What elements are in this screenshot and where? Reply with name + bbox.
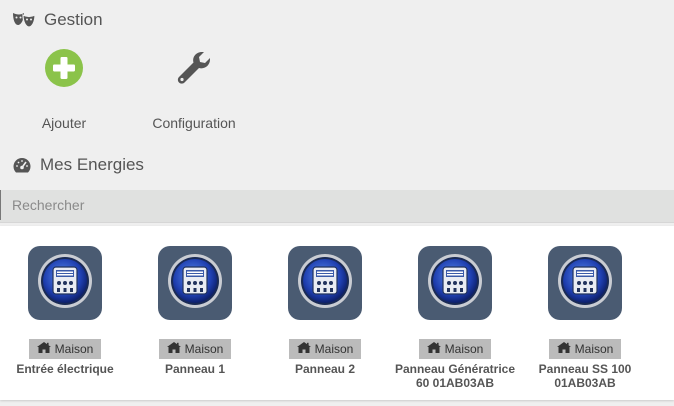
equipment-card[interactable]: Maison Panneau Génératrice 60 01AB03AB	[390, 246, 520, 390]
meter-tile[interactable]	[28, 246, 102, 320]
add-label: Ajouter	[41, 115, 87, 131]
meter-icon	[166, 252, 224, 315]
badge-label: Maison	[314, 342, 354, 356]
energies-header: Mes Energies	[12, 155, 144, 175]
configuration-button[interactable]: Configuration	[148, 48, 240, 131]
badge-label: Maison	[444, 342, 484, 356]
equipment-name: Panneau Génératrice 60 01AB03AB	[394, 362, 516, 390]
meter-icon	[426, 252, 484, 315]
equipment-name: Panneau SS 100 01AB03AB	[538, 362, 632, 390]
meter-tile[interactable]	[548, 246, 622, 320]
search-bar	[0, 190, 674, 223]
equipment-card[interactable]: Maison Panneau 1	[130, 246, 260, 376]
equipment-card[interactable]: Maison Entrée électrique	[0, 246, 130, 376]
equipment-card[interactable]: Maison Panneau SS 100 01AB03AB	[520, 246, 650, 390]
meter-icon	[556, 252, 614, 315]
badge-label: Maison	[184, 342, 224, 356]
house-icon	[36, 339, 51, 359]
equipment-panel: Maison Entrée électrique Maison Panneau …	[0, 226, 674, 400]
location-badge: Maison	[158, 339, 232, 359]
meter-icon	[296, 252, 354, 315]
meter-tile[interactable]	[418, 246, 492, 320]
badge-label: Maison	[54, 342, 94, 356]
gestion-title: Gestion	[44, 10, 103, 29]
house-icon	[556, 339, 571, 359]
equipment-card[interactable]: Maison Panneau 2	[260, 246, 390, 376]
meter-icon	[36, 252, 94, 315]
badge-label: Maison	[574, 342, 614, 356]
location-badge: Maison	[548, 339, 622, 359]
house-icon	[426, 339, 441, 359]
mask-icon	[12, 11, 36, 29]
wrench-icon	[174, 48, 214, 93]
equipment-name: Entrée électrique	[16, 362, 114, 376]
dashboard-icon	[12, 156, 32, 174]
house-icon	[166, 339, 181, 359]
energies-title: Mes Energies	[40, 155, 144, 174]
location-badge: Maison	[418, 339, 492, 359]
meter-tile[interactable]	[158, 246, 232, 320]
house-icon	[296, 339, 311, 359]
equipment-name: Panneau 2	[294, 362, 356, 376]
location-badge: Maison	[28, 339, 102, 359]
gestion-header: Gestion	[12, 10, 103, 30]
location-badge: Maison	[288, 339, 362, 359]
equipment-name: Panneau 1	[164, 362, 226, 376]
add-button[interactable]: Ajouter	[28, 48, 100, 131]
search-input[interactable]	[0, 190, 652, 220]
plus-circle-icon	[44, 48, 84, 93]
configuration-label: Configuration	[152, 115, 236, 131]
meter-tile[interactable]	[288, 246, 362, 320]
